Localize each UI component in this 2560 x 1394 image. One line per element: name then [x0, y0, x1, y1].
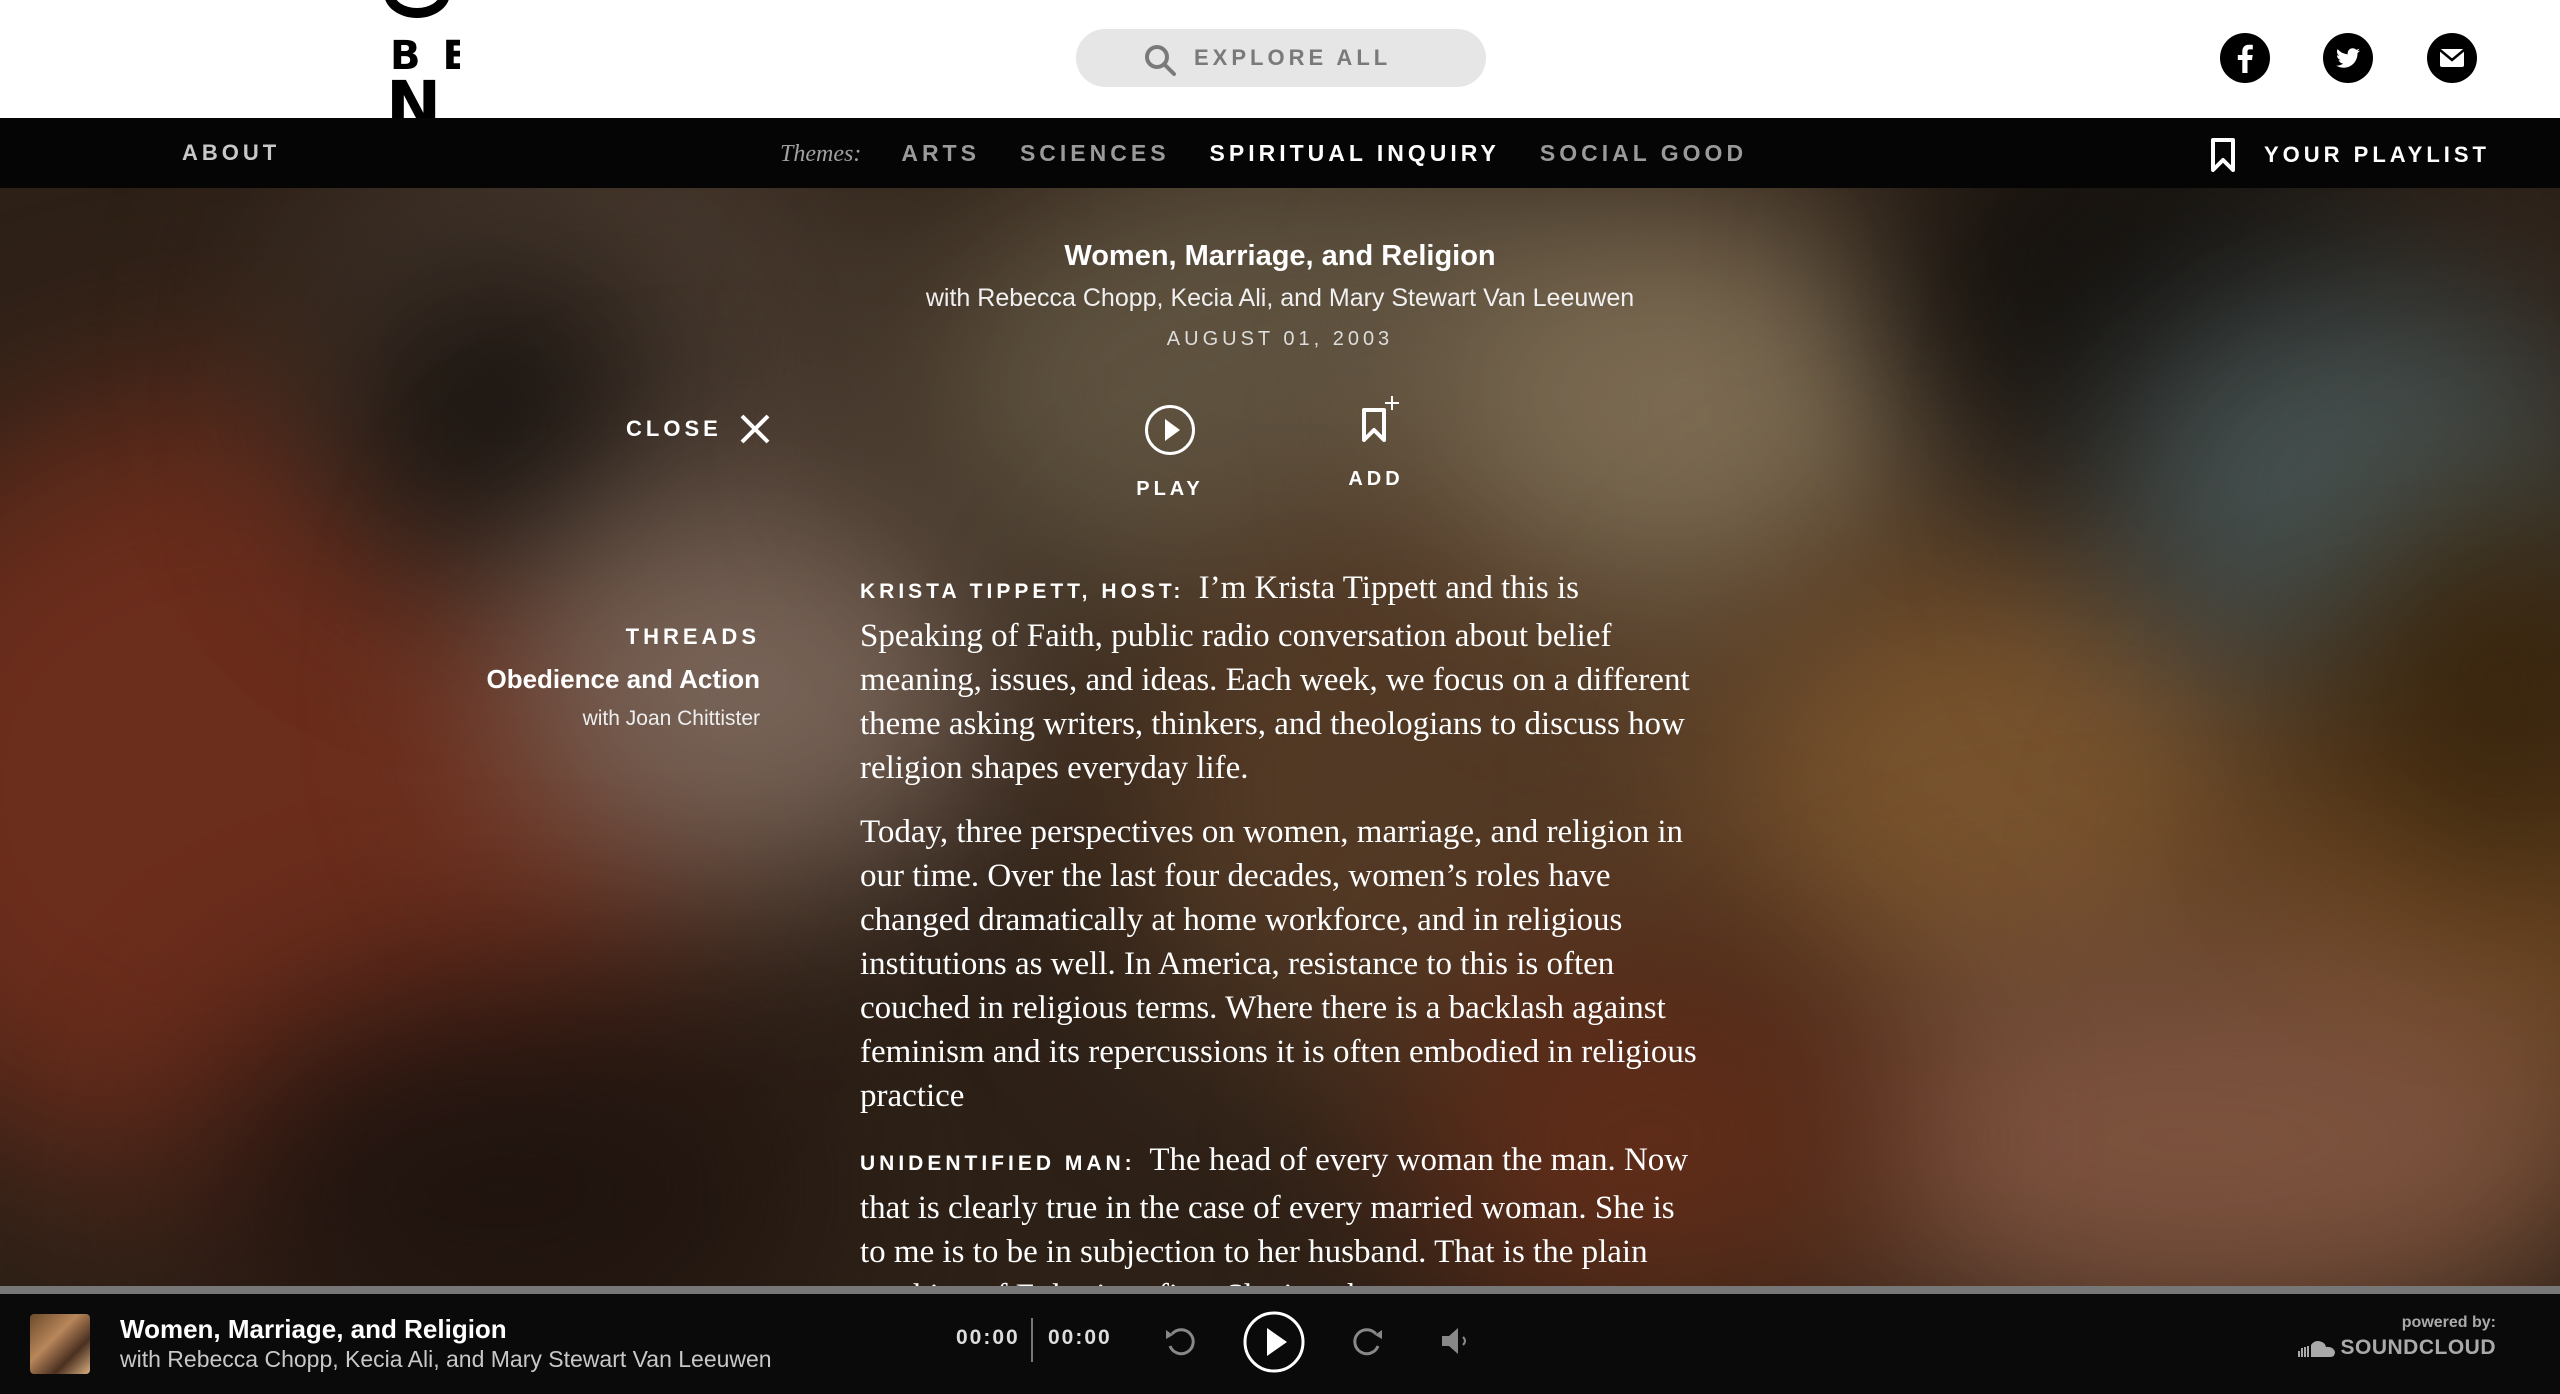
site-logo[interactable]: BE N [380, 0, 460, 118]
threads-heading: THREADS [625, 624, 760, 649]
email-link[interactable] [2427, 33, 2477, 83]
transcript: KRISTA TIPPETT, HOST: I’m Krista Tippett… [860, 566, 1700, 1294]
player-guests: with Rebecca Chopp, Kecia Ali, and Mary … [120, 1346, 772, 1372]
thread-link-title[interactable]: Obedience and Action [300, 664, 760, 695]
episode-title: Women, Marriage, and Religion [1064, 240, 1496, 272]
bookmark-add-icon [1362, 396, 1399, 442]
episode-date: AUGUST 01, 2003 [1166, 328, 1394, 350]
volume-icon[interactable] [1438, 1324, 1472, 1358]
transcript-paragraph: KRISTA TIPPETT, HOST: I’m Krista Tippett… [860, 566, 1700, 790]
main-nav: ABOUT Themes: ARTS SCIENCES SPIRITUAL IN… [0, 118, 2560, 188]
rewind-icon[interactable] [1162, 1322, 1200, 1360]
total-time: 00:00 [1048, 1326, 1112, 1349]
playlist-label: YOUR PLAYLIST [2264, 142, 2490, 167]
transcript-paragraph: UNIDENTIFIED MAN: The head of every woma… [860, 1138, 1700, 1294]
soundcloud-icon [2297, 1341, 2335, 1357]
soundcloud-label: SOUNDCLOUD [2340, 1336, 2496, 1359]
current-time: 00:00 [956, 1326, 1020, 1349]
twitter-icon [2336, 48, 2360, 68]
speaker-label: KRISTA TIPPETT, HOST: [860, 580, 1185, 603]
facebook-icon [2237, 44, 2253, 73]
logo-ring [384, 0, 450, 18]
your-playlist-link[interactable]: YOUR PLAYLIST [2210, 138, 2490, 172]
theme-sciences[interactable]: SCIENCES [1020, 140, 1170, 167]
add-to-playlist-button[interactable]: ADD [1336, 394, 1416, 491]
play-icon[interactable] [1242, 1310, 1306, 1374]
forward-icon[interactable] [1348, 1322, 1386, 1360]
close-icon [740, 414, 770, 444]
episode-thumbnail [30, 1314, 90, 1374]
theme-arts[interactable]: ARTS [901, 140, 980, 167]
theme-social-good[interactable]: SOCIAL GOOD [1540, 140, 1747, 167]
search-placeholder: EXPLORE ALL [1194, 45, 1392, 70]
theme-spiritual-inquiry[interactable]: SPIRITUAL INQUIRY [1210, 140, 1500, 167]
episode-panel: Women, Marriage, and Religion with Rebec… [0, 188, 2560, 1294]
twitter-link[interactable] [2323, 33, 2373, 83]
bookmark-icon [2211, 138, 2235, 172]
facebook-link[interactable] [2220, 33, 2270, 83]
play-circle-icon [1145, 405, 1195, 455]
close-label: CLOSE [626, 416, 722, 441]
logo-last-letter: N [386, 67, 442, 119]
nav-about[interactable]: ABOUT [182, 140, 280, 166]
player-title: Women, Marriage, and Religion [120, 1314, 507, 1344]
close-button[interactable]: CLOSE [626, 412, 772, 446]
transcript-paragraph: Today, three perspectives on women, marr… [860, 810, 1700, 1118]
explore-search[interactable]: EXPLORE ALL [1076, 29, 1486, 87]
themes-nav: Themes: ARTS SCIENCES SPIRITUAL INQUIRY … [780, 140, 1787, 168]
soundcloud-credit[interactable]: powered by: SOUNDCLOUD [2296, 1314, 2496, 1360]
transcript-text: Today, three perspectives on women, marr… [860, 814, 1697, 1114]
site-header: BE N EXPLORE ALL [0, 0, 2560, 118]
speaker-label: UNIDENTIFIED MAN: [860, 1152, 1136, 1175]
play-episode-button[interactable]: PLAY [1130, 404, 1210, 501]
player-progress-bar[interactable] [0, 1286, 2560, 1294]
powered-by-label: powered by: [2401, 1314, 2496, 1331]
search-icon [1145, 45, 1176, 76]
audio-player: Women, Marriage, and Religion with Rebec… [0, 1294, 2560, 1394]
add-label: ADD [1348, 468, 1404, 490]
time-divider [1031, 1318, 1033, 1362]
thread-guest: with Joan Chittister [582, 707, 760, 730]
themes-label: Themes: [780, 141, 862, 167]
threads-section: THREADS Obedience and Action with Joan C… [300, 624, 760, 731]
mail-icon [2439, 49, 2465, 67]
play-label: PLAY [1136, 478, 1204, 500]
episode-guests: with Rebecca Chopp, Kecia Ali, and Mary … [925, 284, 1635, 312]
